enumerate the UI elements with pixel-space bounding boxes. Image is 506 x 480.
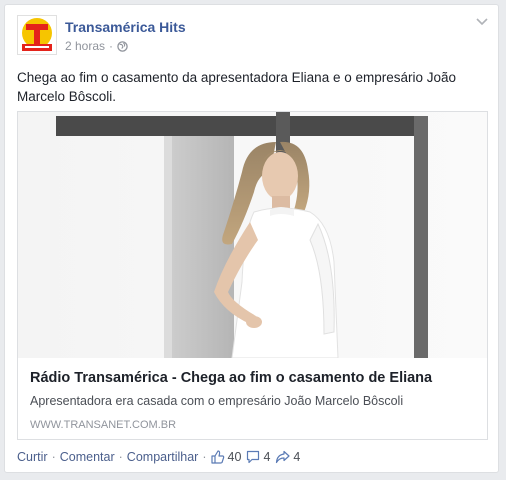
globe-icon[interactable] <box>117 40 128 52</box>
comments-summary[interactable]: 4 <box>246 450 270 464</box>
comment-bubble-icon <box>247 450 260 464</box>
link-domain: WWW.TRANSANET.COM.BR <box>30 419 177 431</box>
page-avatar[interactable] <box>17 15 57 55</box>
action-separator: · <box>118 450 123 464</box>
link-preview-image[interactable] <box>18 112 487 358</box>
chevron-down-icon[interactable] <box>476 17 488 27</box>
meta-separator: · <box>109 39 114 53</box>
link-description: Apresentadora era casada com o empresári… <box>30 394 404 408</box>
link-preview[interactable]: Rádio Transamérica - Chega ao fim o casa… <box>17 111 488 440</box>
thumbs-up-icon <box>210 450 224 464</box>
shares-summary[interactable]: 4 <box>275 450 300 464</box>
post-actions: Curtir · Comentar · Compartilhar · 40 4 … <box>17 450 305 464</box>
link-title[interactable]: Rádio Transamérica - Chega ao fim o casa… <box>30 370 432 386</box>
post-timestamp[interactable]: 2 horas <box>65 39 105 53</box>
share-button[interactable]: Compartilhar <box>127 450 199 464</box>
post-text: Chega ao fim o casamento da apresentador… <box>17 70 457 104</box>
like-button[interactable]: Curtir <box>17 450 48 464</box>
likes-count: 40 <box>227 450 242 464</box>
post-meta: 2 horas · <box>65 39 128 53</box>
transamerica-logo-icon <box>18 16 56 54</box>
share-arrow-icon <box>276 450 290 464</box>
action-separator: · <box>51 450 56 464</box>
shares-count: 4 <box>293 450 301 464</box>
post-card: Transamérica Hits 2 horas · Chega ao fim… <box>4 4 499 473</box>
page-name-link[interactable]: Transamérica Hits <box>65 19 186 35</box>
action-separator: · <box>202 450 207 464</box>
comments-count: 4 <box>263 450 271 464</box>
likes-summary[interactable]: 40 <box>210 450 242 464</box>
comment-button[interactable]: Comentar <box>60 450 115 464</box>
